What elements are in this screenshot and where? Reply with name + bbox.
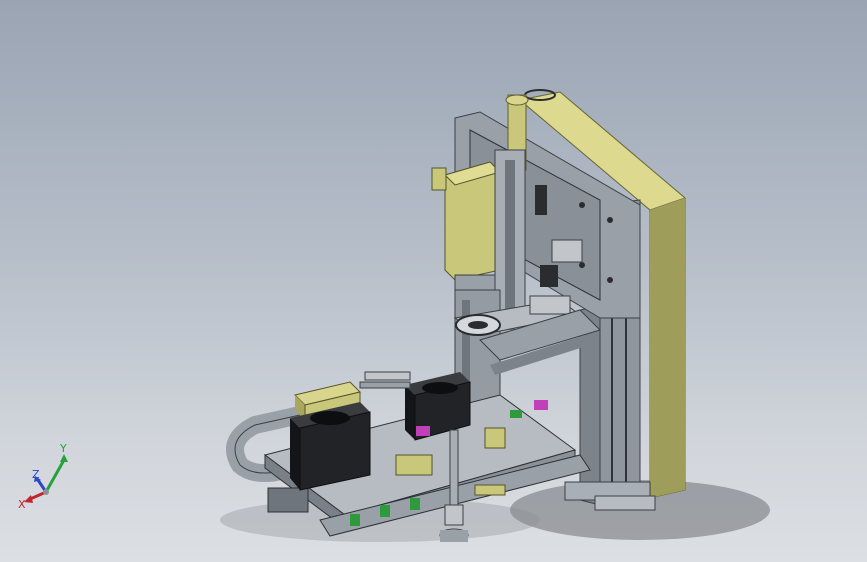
cad-graphics-viewport[interactable]: Y X Z xyxy=(0,0,867,562)
servo-motor xyxy=(431,161,501,294)
y-axis-arrowhead xyxy=(60,454,68,462)
y-axis-label: Y xyxy=(59,442,67,455)
y-axis-arrow xyxy=(44,459,66,493)
coordinate-triad: Y X Z xyxy=(18,442,68,510)
triad-origin xyxy=(43,489,49,495)
z-axis-label: Z xyxy=(32,468,40,481)
assembly-model[interactable] xyxy=(0,0,867,562)
x-axis-label: X xyxy=(18,498,26,510)
